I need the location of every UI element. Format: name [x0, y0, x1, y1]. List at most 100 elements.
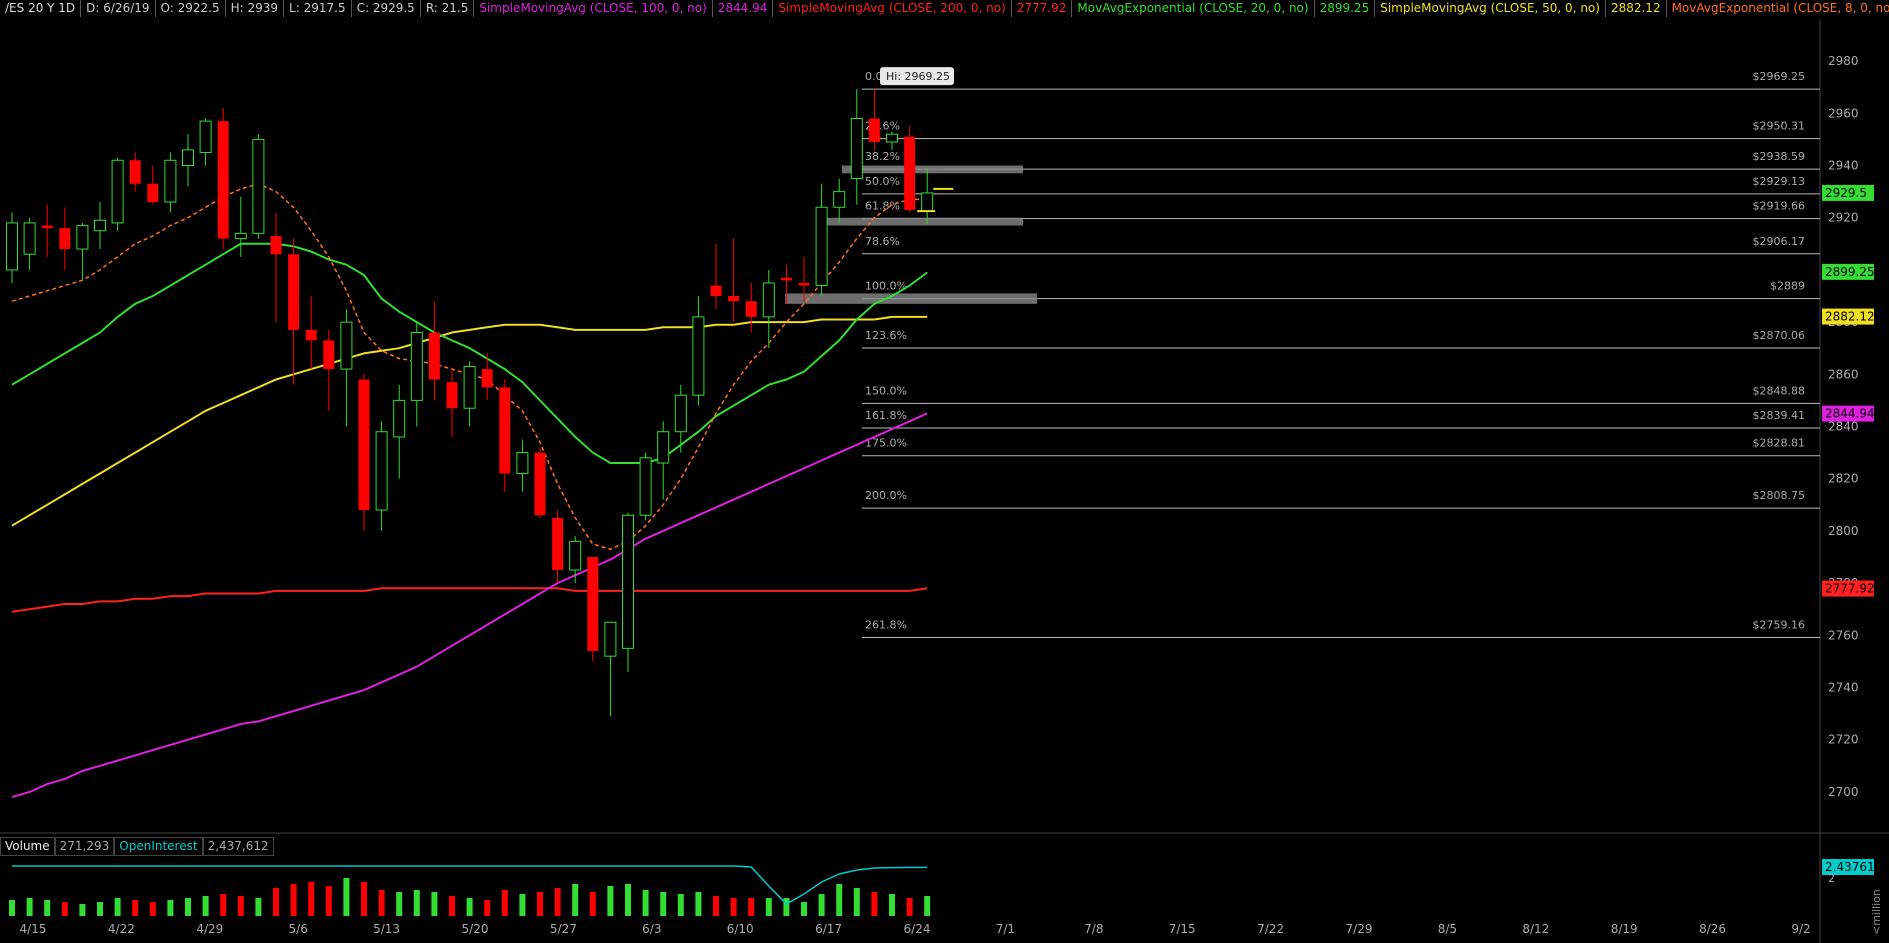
- candle-body: [182, 149, 194, 166]
- candle-body: [710, 285, 722, 296]
- support-zone: [785, 293, 1037, 304]
- fib-price-label: $2839.41: [1753, 409, 1806, 422]
- candle-body: [59, 228, 71, 250]
- volume-bar: [378, 890, 385, 916]
- fib-percent-label: 261.8%: [865, 618, 907, 631]
- fib-percent-label: 50.0%: [865, 175, 900, 188]
- volume-bar: [801, 902, 807, 916]
- candle-body: [499, 387, 511, 474]
- price-badge-label: 2929.5: [1825, 186, 1867, 200]
- x-tick-label: 5/6: [289, 922, 308, 936]
- candle-body: [410, 332, 423, 401]
- candle-body: [516, 452, 529, 474]
- open-interest-label[interactable]: OpenInterest: [114, 837, 203, 856]
- candle-body: [340, 321, 353, 370]
- y-tick-label: 2760: [1828, 628, 1859, 642]
- volume-bar: [132, 900, 139, 916]
- x-tick-label: 9/2: [1791, 922, 1810, 936]
- volume-bar: [889, 894, 895, 916]
- volume-bar: [9, 900, 15, 916]
- volume-unit-label: <million: [1870, 889, 1883, 935]
- candle-body: [904, 136, 916, 210]
- fib-price-label: $2870.06: [1753, 329, 1806, 342]
- fib-percent-label: 200.0%: [865, 489, 907, 502]
- volume-bar: [308, 882, 315, 916]
- volume-bar: [202, 896, 209, 916]
- price-badge-label: 2899.25: [1825, 265, 1875, 279]
- candle-body: [76, 225, 89, 250]
- candle-body: [728, 296, 740, 302]
- volume-bar: [554, 888, 561, 916]
- candle-body: [833, 191, 846, 208]
- volume-bar: [783, 898, 790, 916]
- candle-body: [288, 254, 300, 330]
- x-tick-label: 8/12: [1522, 922, 1549, 936]
- y-tick-label: 2740: [1828, 681, 1859, 695]
- x-tick-label: 7/29: [1346, 922, 1373, 936]
- candle-body: [252, 138, 265, 234]
- x-tick-label: 8/19: [1611, 922, 1638, 936]
- volume-bar: [677, 894, 684, 916]
- candle-body: [692, 316, 705, 396]
- volume-bar: [695, 892, 702, 916]
- volume-bar: [572, 884, 579, 916]
- candle-body: [164, 159, 177, 203]
- volume-bar: [396, 892, 403, 916]
- volume-bar: [61, 902, 68, 916]
- ema20-line: [11, 242, 928, 464]
- fib-price-label: $2889: [1770, 280, 1805, 293]
- volume-bar: [484, 900, 491, 916]
- y-tick-label: 2720: [1828, 733, 1859, 747]
- candle-body: [569, 540, 582, 571]
- fib-price-label: $2929.13: [1753, 175, 1806, 188]
- candle-body: [375, 431, 388, 511]
- candle-body: [323, 340, 335, 370]
- volume-bar: [748, 898, 755, 916]
- volume-bar: [343, 878, 350, 916]
- volume-bar: [818, 894, 825, 916]
- price-chart[interactable]: 2700272027402760278028002820284028602880…: [0, 0, 1889, 943]
- candle-body: [886, 133, 898, 143]
- x-tick-label: 4/15: [20, 922, 47, 936]
- fib-price-label: $2759.16: [1753, 618, 1806, 631]
- volume-bar: [519, 894, 526, 916]
- y-tick-label: 2940: [1828, 159, 1859, 173]
- candle-body: [674, 394, 687, 433]
- candle-body: [481, 369, 493, 388]
- candle-body: [780, 277, 792, 281]
- sma100-line: [11, 412, 928, 799]
- candle-body: [868, 118, 880, 143]
- candle-body: [358, 379, 370, 511]
- fib-price-label: $2938.59: [1753, 150, 1806, 163]
- volume-bar: [924, 896, 931, 916]
- fib-price-label: $2919.66: [1753, 200, 1806, 213]
- volume-label[interactable]: Volume: [0, 837, 55, 856]
- volume-bar: [114, 898, 121, 916]
- x-tick-label: 5/20: [462, 922, 489, 936]
- candle-body: [463, 365, 476, 409]
- x-tick-label: 8/26: [1699, 922, 1726, 936]
- volume-bar: [449, 896, 455, 916]
- x-tick-label: 5/13: [373, 922, 400, 936]
- y-tick-label: 2820: [1828, 472, 1859, 486]
- fib-percent-label: 38.2%: [865, 150, 900, 163]
- y-tick-label: 2860: [1828, 367, 1859, 381]
- candle-body: [41, 225, 53, 229]
- candle-body: [446, 382, 458, 409]
- x-tick-label: 7/8: [1084, 922, 1103, 936]
- volume-bar: [44, 900, 51, 916]
- volume-bar: [290, 884, 297, 916]
- volume-header: Volume 271,293 OpenInterest 2,437,612: [0, 837, 274, 856]
- volume-bar: [765, 898, 772, 916]
- candle-body: [657, 431, 670, 464]
- volume-bar: [220, 894, 227, 916]
- fib-price-label: $2950.31: [1753, 120, 1806, 133]
- volume-bar: [79, 904, 86, 916]
- x-tick-label: 6/24: [904, 922, 931, 936]
- volume-bar: [413, 890, 420, 916]
- volume-bar: [237, 896, 244, 916]
- sma200-line: [11, 587, 928, 613]
- volume-axis-tick: 2: [1828, 872, 1835, 885]
- candle-body: [6, 222, 18, 271]
- volume-bar: [149, 902, 156, 916]
